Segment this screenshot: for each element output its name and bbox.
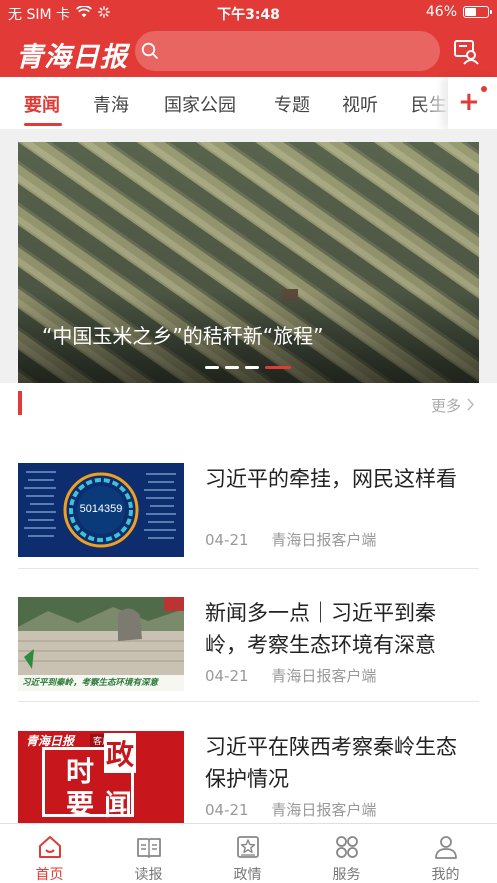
carousel-dot[interactable]	[245, 366, 259, 369]
news-item[interactable]: 青海日报 客户端 时 政 要 闻 习近平在陕西考察秦岭生态保护情况 04-21 …	[18, 731, 479, 831]
section-marker	[18, 391, 22, 415]
nav-profile[interactable]: 我的	[396, 824, 495, 883]
nav-services[interactable]: 服务	[297, 824, 396, 883]
profile-card-icon	[454, 40, 479, 65]
profile-icon	[435, 836, 457, 859]
nav-home[interactable]: 首页	[0, 824, 99, 883]
tab-qinghai[interactable]: 青海	[93, 91, 129, 117]
status-bar: 无 SIM 卡 下午3:48 46%	[0, 0, 497, 27]
tab-video[interactable]: 视听	[342, 91, 378, 117]
tab-yaowen[interactable]: 要闻	[24, 91, 60, 117]
news-title: 习近平的牵挂，网民这样看	[205, 467, 457, 491]
more-link[interactable]: 更多	[431, 395, 475, 416]
grid-services-icon	[336, 836, 358, 858]
carousel-dot-active[interactable]	[265, 366, 291, 369]
news-thumbnail: 5014359	[18, 463, 184, 557]
app-header: 青海日报	[0, 27, 497, 77]
news-source: 青海日报客户端	[271, 801, 377, 819]
news-meta: 04-21 青海日报客户端	[205, 799, 394, 820]
news-thumbnail: 习近平到秦岭，考察生态环境有深意	[18, 597, 184, 691]
news-meta: 04-21 青海日报客户端	[205, 529, 394, 550]
news-meta: 04-21 青海日报客户端	[205, 665, 394, 686]
search-bar[interactable]	[135, 31, 440, 71]
profile-card-button[interactable]	[452, 37, 480, 65]
channel-tabs: 要闻 青海 国家公园 专题 视听 民生 +	[0, 77, 497, 129]
banner-title: “中国玉米之乡”的秸秆新“旅程”	[42, 324, 324, 348]
search-icon	[141, 42, 158, 59]
divider	[18, 701, 479, 702]
news-date: 04-21	[205, 667, 249, 685]
nav-government[interactable]: 政情	[198, 824, 297, 883]
news-thumbnail: 青海日报 客户端 时 政 要 闻	[18, 731, 184, 825]
add-channel-button[interactable]: +	[448, 77, 497, 129]
banner-carousel[interactable]: “中国玉米之乡”的秸秆新“旅程”	[18, 142, 479, 383]
tab-topics[interactable]: 专题	[274, 91, 310, 117]
battery-icon	[463, 6, 492, 18]
thumbnail-counter: 5014359	[79, 503, 123, 515]
news-title: 习近平在陕西考察秦岭生态保护情况	[205, 735, 457, 791]
government-icon	[237, 836, 259, 858]
news-item[interactable]: 5014359 习近平的牵挂，网民这样看 04-21 青海日报客户端	[18, 463, 479, 563]
plus-icon: +	[458, 87, 480, 117]
newspaper-icon	[137, 838, 161, 858]
thumbnail-char: 闻	[104, 788, 133, 821]
tab-national-park[interactable]: 国家公园	[164, 91, 236, 117]
thumbnail-char: 要	[66, 788, 95, 821]
active-tab-indicator	[24, 123, 62, 126]
news-item[interactable]: 习近平到秦岭，考察生态环境有深意 新闻多一点｜习近平到秦岭，考察生态环境有深意 …	[18, 597, 479, 697]
home-icon	[39, 836, 61, 858]
bottom-nav: 首页 读报 政情 服务 我的	[0, 823, 497, 883]
thumbnail-caption: 习近平到秦岭，考察生态环境有深意	[22, 678, 159, 688]
carousel-dot[interactable]	[205, 366, 219, 369]
notification-dot	[481, 86, 487, 92]
divider	[18, 568, 479, 569]
chevron-right-icon	[466, 397, 475, 415]
news-date: 04-21	[205, 531, 249, 549]
status-time: 下午3:48	[217, 7, 280, 23]
battery-percent: 46%	[425, 4, 457, 20]
search-input[interactable]	[169, 31, 429, 71]
news-source: 青海日报客户端	[271, 531, 377, 549]
news-title: 新闻多一点｜习近平到秦岭，考察生态环境有深意	[205, 601, 436, 657]
carousel-dot[interactable]	[225, 366, 239, 369]
news-source: 青海日报客户端	[271, 667, 377, 685]
news-date: 04-21	[205, 801, 249, 819]
thumbnail-char: 政	[104, 733, 137, 773]
app-logo: 青海日报	[16, 42, 128, 73]
nav-read-paper[interactable]: 读报	[99, 824, 198, 883]
